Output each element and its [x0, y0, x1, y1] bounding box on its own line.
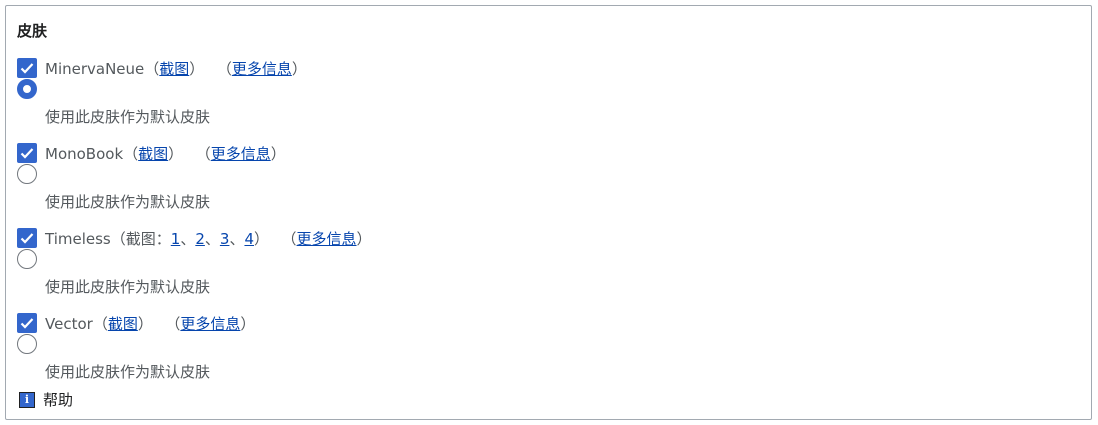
checkmark-icon	[20, 148, 34, 159]
screenshot-link-3[interactable]: 3	[220, 230, 230, 248]
default-skin-radio[interactable]	[17, 334, 37, 354]
info-icon: i	[19, 391, 35, 408]
screenshot-link-4[interactable]: 4	[244, 230, 254, 248]
help-link[interactable]: i 帮助	[19, 389, 73, 410]
skin-enabled-checkbox[interactable]	[17, 228, 37, 248]
screenshot-link-2[interactable]: 2	[195, 230, 205, 248]
skin-label: MonoBook（截图） （更多信息）	[45, 144, 286, 163]
skin-label: Timeless（截图：1、2、3、4） （更多信息）	[45, 229, 372, 248]
default-skin-radio[interactable]	[17, 164, 37, 184]
more-info-link[interactable]: 更多信息	[180, 315, 240, 333]
skin-enabled-checkbox[interactable]	[17, 58, 37, 78]
screenshot-link[interactable]: 截图	[108, 315, 138, 333]
more-info-link[interactable]: 更多信息	[232, 60, 292, 78]
default-skin-label: 使用此皮肤作为默认皮肤	[45, 278, 211, 296]
screenshot-link[interactable]: 截图	[159, 60, 189, 78]
skin-name: MinervaNeue	[45, 59, 145, 78]
checkmark-icon	[20, 318, 34, 329]
screenshot-link-1[interactable]: 1	[171, 230, 181, 248]
default-skin-radio[interactable]	[17, 249, 37, 269]
more-info-link[interactable]: 更多信息	[297, 230, 357, 248]
skin-option-monobook: MonoBook（截图） （更多信息） 使用此皮肤作为默认皮肤	[17, 141, 1077, 226]
skin-label: Vector（截图） （更多信息）	[45, 314, 256, 333]
checkmark-icon	[20, 233, 34, 244]
skin-enabled-checkbox[interactable]	[17, 313, 37, 333]
default-skin-radio[interactable]	[17, 79, 37, 99]
skin-name: Timeless	[45, 229, 111, 248]
skin-name: Vector	[45, 314, 93, 333]
screenshot-link[interactable]: 截图	[138, 145, 168, 163]
skin-name: MonoBook	[45, 144, 124, 163]
skin-enabled-checkbox[interactable]	[17, 143, 37, 163]
checkmark-icon	[20, 63, 34, 74]
skin-label: MinervaNeue（截图） （更多信息）	[45, 59, 307, 78]
default-skin-label: 使用此皮肤作为默认皮肤	[45, 363, 211, 381]
more-info-link[interactable]: 更多信息	[211, 145, 271, 163]
skin-preferences-panel: 皮肤 MinervaNeue（截图） （更多信息） 使用此皮肤作为默认皮肤 Mon…	[5, 5, 1092, 420]
section-title: 皮肤	[17, 22, 48, 40]
default-skin-label: 使用此皮肤作为默认皮肤	[45, 108, 211, 126]
skin-option-timeless: Timeless（截图：1、2、3、4） （更多信息） 使用此皮肤作为默认皮肤	[17, 226, 1077, 311]
help-label: 帮助	[43, 391, 74, 409]
skin-option-minervaneue: MinervaNeue（截图） （更多信息） 使用此皮肤作为默认皮肤	[17, 56, 1077, 141]
default-skin-label: 使用此皮肤作为默认皮肤	[45, 193, 211, 211]
skin-option-vector: Vector（截图） （更多信息） 使用此皮肤作为默认皮肤	[17, 311, 1077, 396]
